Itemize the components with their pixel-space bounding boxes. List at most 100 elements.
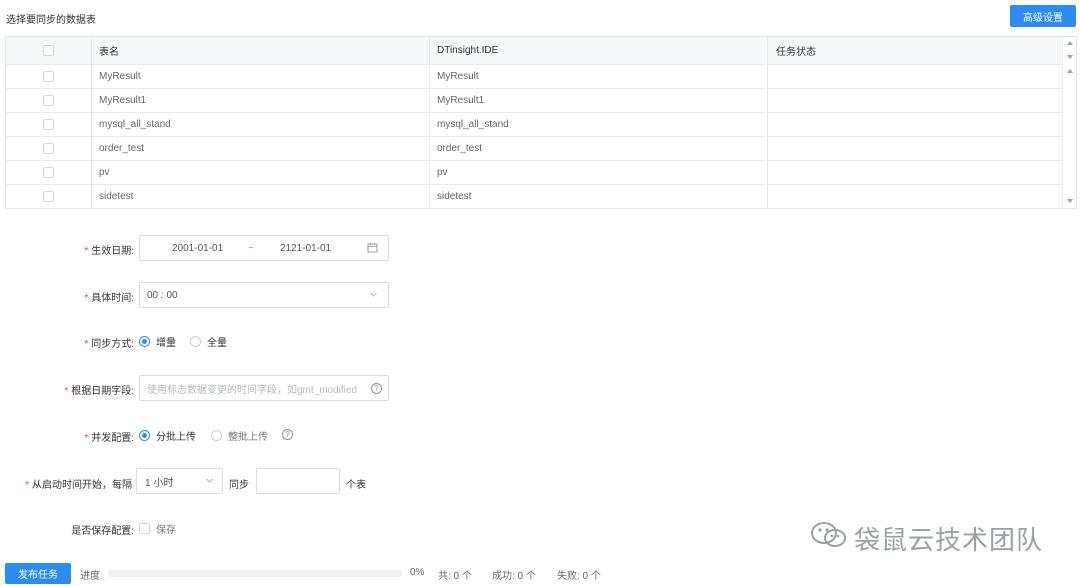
column-header-ide: DTinsight.IDE <box>430 37 768 64</box>
date-field-label: * 根据日期字段: <box>30 382 134 397</box>
select-all-checkbox[interactable] <box>43 45 54 56</box>
progress-bar <box>108 570 402 577</box>
ide-name-cell: pv <box>430 161 768 184</box>
status-cell <box>768 137 1062 160</box>
row-checkbox[interactable] <box>43 119 54 130</box>
ide-name-cell: mysql_all_stand <box>430 113 768 136</box>
specific-time-label: * 具体时间: <box>40 289 134 304</box>
table-row[interactable]: order_test order_test <box>6 137 1062 161</box>
schedule-label-text: 从启动时间开始，每隔 <box>32 480 132 491</box>
table-row[interactable]: MyResult MyResult <box>6 65 1062 89</box>
date-separator: ~ <box>248 242 254 254</box>
chevron-down-icon[interactable] <box>205 476 214 488</box>
radio-icon[interactable] <box>211 430 222 441</box>
watermark: 袋鼠云技术团队 <box>810 520 1043 557</box>
table-name-cell: sidetest <box>92 185 430 208</box>
radio-selected-icon[interactable] <box>139 430 150 441</box>
row-checkbox-cell[interactable] <box>6 65 92 88</box>
advanced-settings-button[interactable]: 高级设置 <box>1010 5 1076 27</box>
help-icon[interactable]: ? <box>371 383 382 394</box>
row-checkbox[interactable] <box>43 95 54 106</box>
batch-upload-label: 分批上传 <box>156 432 196 443</box>
concurrency-whole-option[interactable]: 整批上传 <box>211 428 268 443</box>
calendar-icon[interactable] <box>367 242 378 256</box>
concurrency-label-text: 并发配置: <box>91 433 134 444</box>
radio-selected-icon[interactable] <box>139 336 150 347</box>
sync-word: 同步 <box>229 480 249 491</box>
effective-date-label-text: 生效日期: <box>91 246 134 257</box>
required-mark: * <box>84 293 89 304</box>
table-name-cell: pv <box>92 161 430 184</box>
failed-count: 失败: 0 个 <box>557 571 601 582</box>
row-checkbox[interactable] <box>43 167 54 178</box>
save-config-label: 是否保存配置: <box>71 526 134 537</box>
required-mark: * <box>84 339 89 350</box>
full-label: 全量 <box>207 338 227 349</box>
scroll-down-icon[interactable] <box>1067 199 1073 203</box>
total-count: 共: 0 个 <box>438 571 472 582</box>
sync-mode-label: * 同步方式: <box>40 335 134 350</box>
specific-time-value: 00 : 00 <box>147 289 178 301</box>
sync-mode-label-text: 同步方式: <box>91 339 134 350</box>
status-cell <box>768 113 1062 136</box>
table-row[interactable]: pv pv <box>6 161 1062 185</box>
sync-mode-full-option[interactable]: 全量 <box>190 334 227 349</box>
status-cell <box>768 65 1062 88</box>
required-mark: * <box>64 386 69 397</box>
table-row[interactable]: mysql_all_stand mysql_all_stand <box>6 113 1062 137</box>
interval-select[interactable]: 1 小时 <box>136 468 223 494</box>
specific-time-select[interactable]: 00 : 00 <box>139 282 389 308</box>
checkbox-icon[interactable] <box>139 523 150 534</box>
ide-name-cell: MyResult <box>430 65 768 88</box>
watermark-text: 袋鼠云技术团队 <box>854 526 1044 556</box>
column-header-name: 表名 <box>92 37 430 64</box>
scroll-up-icon[interactable] <box>1067 69 1073 73</box>
row-checkbox-cell[interactable] <box>6 161 92 184</box>
end-date[interactable]: 2121-01-01 <box>280 243 331 254</box>
row-checkbox[interactable] <box>43 191 54 202</box>
interval-value: 1 小时 <box>145 477 174 489</box>
required-mark: * <box>25 480 29 491</box>
scroll-up-icon[interactable] <box>1067 41 1073 45</box>
row-checkbox-cell[interactable] <box>6 137 92 160</box>
concurrency-label: * 并发配置: <box>40 429 134 444</box>
effective-date-label: * 生效日期: <box>40 242 134 257</box>
table-row[interactable]: MyResult1 MyResult1 <box>6 89 1062 113</box>
chevron-down-icon[interactable] <box>369 290 378 302</box>
row-checkbox[interactable] <box>43 71 54 82</box>
table-header: 表名 DTinsight.IDE 任务状态 <box>6 37 1062 65</box>
start-date[interactable]: 2001-01-01 <box>172 243 223 254</box>
specific-time-label-text: 具体时间: <box>91 293 134 304</box>
required-mark: * <box>84 246 89 257</box>
page-title: 选择要同步的数据表 <box>6 15 96 26</box>
ide-name-cell: MyResult1 <box>430 89 768 112</box>
radio-icon[interactable] <box>190 336 201 347</box>
row-checkbox-cell[interactable] <box>6 185 92 208</box>
row-checkbox[interactable] <box>43 143 54 154</box>
effective-date-range-picker[interactable]: 2001-01-01 ~ 2121-01-01 <box>139 235 389 261</box>
scroll-down-icon[interactable] <box>1067 55 1073 59</box>
help-icon[interactable]: ? <box>282 429 293 440</box>
table-name-cell: order_test <box>92 137 430 160</box>
table-scrollbar[interactable] <box>1062 37 1076 208</box>
sync-mode-incremental-option[interactable]: 增量 <box>139 334 176 349</box>
date-field-input[interactable]: 使用标志数据变更的时间字段，如gmt_modified ? <box>139 375 389 401</box>
concurrency-batch-option[interactable]: 分批上传 <box>139 428 196 443</box>
table-select: 表名 DTinsight.IDE 任务状态 MyResult MyResult … <box>5 36 1077 209</box>
status-cell <box>768 89 1062 112</box>
row-checkbox-cell[interactable] <box>6 89 92 112</box>
table-count-input[interactable] <box>256 468 340 494</box>
date-field-placeholder: 使用标志数据变更的时间字段，如gmt_modified <box>147 384 358 396</box>
table-row[interactable]: sidetest sidetest <box>6 185 1062 209</box>
status-cell <box>768 185 1062 208</box>
schedule-label: * 从启动时间开始，每隔 <box>10 476 132 491</box>
save-config-checkbox[interactable]: 保存 <box>139 521 176 536</box>
publish-task-button[interactable]: 发布任务 <box>5 563 71 584</box>
required-mark: * <box>84 433 89 444</box>
status-cell <box>768 161 1062 184</box>
table-name-cell: MyResult1 <box>92 89 430 112</box>
date-field-label-text: 根据日期字段: <box>71 386 134 397</box>
select-all-cell[interactable] <box>6 37 92 64</box>
row-checkbox-cell[interactable] <box>6 113 92 136</box>
save-label: 保存 <box>156 525 176 536</box>
